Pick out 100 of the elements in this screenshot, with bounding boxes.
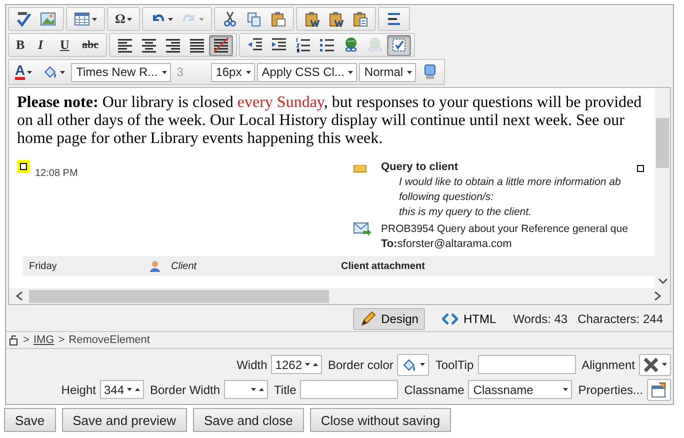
envelope-icon xyxy=(353,165,367,173)
action-button[interactable]: Close without saving xyxy=(310,408,452,432)
justify-icon xyxy=(188,37,204,53)
dropdown[interactable]: Normal xyxy=(359,62,416,82)
recipient-email: sforster@altarama.com xyxy=(397,238,512,250)
globe-unlink-icon xyxy=(366,37,382,53)
outdent-icon xyxy=(246,37,262,53)
toolbar-button[interactable] xyxy=(386,34,410,56)
chevron-down-icon[interactable] xyxy=(658,278,668,284)
table-icon xyxy=(74,11,90,27)
scrollbar-thumb[interactable] xyxy=(29,290,329,302)
caret-icon xyxy=(92,18,97,20)
font-color-button[interactable]: A xyxy=(11,62,36,82)
quote-line: I would like to obtain a little more information ab xyxy=(398,175,622,190)
align-right-icon xyxy=(164,37,180,53)
clipboard-icon xyxy=(270,11,286,27)
classname-dropdown[interactable]: Classname xyxy=(468,380,572,399)
recipient-label: To: xyxy=(381,238,398,250)
toolbar-button[interactable]: Ω xyxy=(111,8,136,30)
code-icon xyxy=(442,312,458,326)
text-field[interactable] xyxy=(300,380,398,399)
align-left-icon xyxy=(116,37,132,53)
text-field[interactable] xyxy=(478,355,576,374)
up-arrow-icon xyxy=(135,388,140,391)
action-button[interactable]: Save and close xyxy=(192,408,304,432)
resize-handle[interactable] xyxy=(637,165,644,172)
horizontal-scrollbar[interactable] xyxy=(9,288,670,304)
quote-line: following question/s: xyxy=(398,190,495,205)
vertical-scrollbar[interactable] xyxy=(655,88,670,288)
x-icon xyxy=(643,356,659,372)
monitor-icon xyxy=(422,64,438,80)
dropdown[interactable]: Times New R... xyxy=(71,62,171,82)
dropdown[interactable]: Apply CSS Cl... xyxy=(256,62,358,82)
resize-handle[interactable] xyxy=(20,163,27,170)
mode-tab[interactable]: HTML xyxy=(435,308,504,330)
breadcrumb-link[interactable]: IMG xyxy=(33,334,54,346)
up-arrow-icon xyxy=(259,388,264,391)
action-button[interactable]: Save xyxy=(4,408,56,432)
caret-icon xyxy=(251,388,256,391)
spinner-field[interactable]: 1262 xyxy=(271,355,322,374)
caret-icon xyxy=(407,70,412,74)
paint-bucket-icon xyxy=(401,356,418,372)
field-label: Title xyxy=(274,382,296,396)
toolbar-button[interactable] xyxy=(208,34,232,56)
caret-icon xyxy=(420,363,426,366)
attachment-heading: Client attachment xyxy=(341,260,425,272)
alignment-button[interactable] xyxy=(639,354,671,376)
separator-text: > xyxy=(23,334,30,346)
align-center-icon xyxy=(140,37,156,53)
caret-icon xyxy=(127,18,132,20)
clipboard-icon xyxy=(304,11,320,27)
caret-icon xyxy=(60,70,66,74)
field-label: Border color xyxy=(328,358,394,372)
document-root-icon xyxy=(9,334,19,346)
toolbar-button[interactable]: I xyxy=(34,34,56,56)
time-text: 12:08 PM xyxy=(35,167,79,181)
clipboard-icon xyxy=(352,11,368,27)
caret-icon xyxy=(162,70,167,74)
toolbar-button[interactable]: U xyxy=(56,34,78,56)
day-text: Friday xyxy=(29,260,58,272)
person-icon xyxy=(149,260,161,272)
caret-icon xyxy=(199,18,204,20)
caret-icon xyxy=(168,18,174,20)
copy-icon xyxy=(246,11,262,27)
chevron-right-icon[interactable] xyxy=(654,291,662,301)
picture-icon xyxy=(40,11,56,27)
count-text: Characters: 244 xyxy=(578,312,663,326)
up-arrow-icon xyxy=(313,363,318,366)
scissors-icon xyxy=(222,11,238,27)
separator-text: > xyxy=(58,334,65,346)
spinner-field[interactable] xyxy=(224,380,268,399)
note-paragraph: Please note: Our library is closed every Sunday, but responses to your questions will be provided on all other days of the week. Our Local History display will continue until next week. See our home page for other Library events happening this week. xyxy=(17,94,643,148)
paragraph-icon xyxy=(386,11,402,27)
action-button[interactable]: Save and preview xyxy=(62,408,187,432)
field-label: Border Width xyxy=(150,382,220,396)
message-title: Query to client xyxy=(381,160,458,175)
toolbar-button[interactable]: B xyxy=(12,34,34,56)
properties-button[interactable] xyxy=(647,378,671,400)
field-label: Properties... xyxy=(578,382,643,396)
count-text: Words: 43 xyxy=(513,312,568,326)
dropdown[interactable]: 16px xyxy=(210,62,255,82)
caret-icon xyxy=(563,388,568,391)
chevron-left-icon[interactable] xyxy=(15,291,23,301)
spinner-field[interactable]: 344 xyxy=(100,380,144,399)
toolbar-button[interactable]: abc xyxy=(78,34,102,56)
caret-icon xyxy=(27,70,32,74)
caret-icon xyxy=(662,363,667,366)
field-label: Height xyxy=(61,382,96,396)
window-settings-icon xyxy=(651,382,667,398)
quote-line: this is my query to the client. xyxy=(398,205,532,220)
numbered-list-icon xyxy=(294,37,310,53)
field-label: ToolTip xyxy=(435,358,474,372)
scrollbar-thumb[interactable] xyxy=(656,118,669,168)
border-color-button[interactable] xyxy=(397,354,430,376)
field-label: Alignment xyxy=(582,358,635,372)
bulleted-list-icon xyxy=(318,37,334,53)
no-alignment-icon xyxy=(212,37,228,53)
mode-tab[interactable]: Design xyxy=(353,308,426,330)
caret-icon xyxy=(246,70,251,74)
field-label: Classname xyxy=(404,382,464,396)
